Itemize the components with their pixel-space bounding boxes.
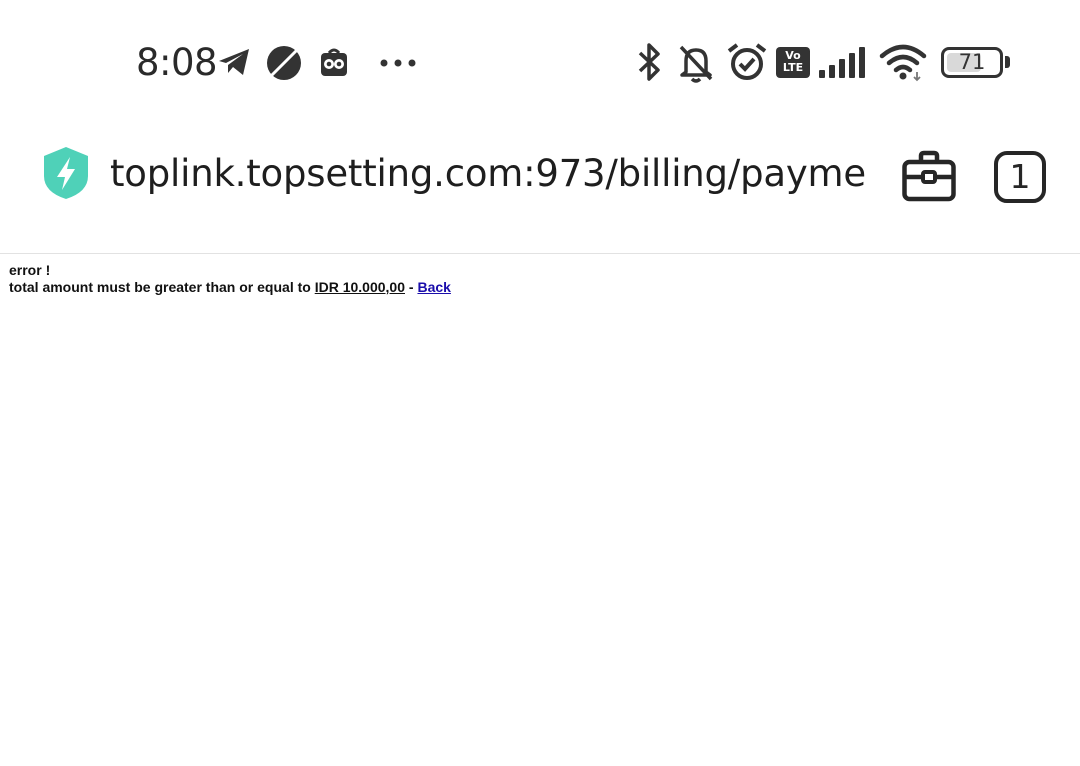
- separator: -: [408, 279, 414, 295]
- error-title: error !: [9, 262, 51, 278]
- tripadvisor-icon: [321, 48, 347, 76]
- error-page: error ! total amount must be greater tha…: [9, 262, 451, 296]
- bluetooth-icon: [638, 43, 660, 81]
- battery-icon: 71: [941, 47, 1003, 78]
- briefcase-icon[interactable]: [902, 150, 956, 202]
- battery-level: 71: [958, 50, 986, 74]
- minimum-amount: IDR 10.000,00: [314, 279, 405, 295]
- signal-icon: [819, 47, 865, 78]
- battery-tip: [1005, 56, 1010, 68]
- tab-count-button[interactable]: 1: [994, 151, 1046, 203]
- url-field[interactable]: toplink.topsetting.com:973/billing/payme…: [110, 150, 866, 198]
- more-notifications-icon: [380, 59, 416, 67]
- planet-icon: [267, 46, 301, 80]
- status-bar: 8:08 Vo LTE 71: [0, 0, 1080, 120]
- back-link[interactable]: Back: [417, 279, 450, 295]
- telegram-icon: [219, 49, 249, 75]
- wifi-icon: [879, 44, 927, 82]
- volte-icon: Vo LTE: [776, 47, 810, 78]
- alarm-icon: [727, 43, 767, 80]
- error-message-line: total amount must be greater than or equ…: [9, 279, 451, 296]
- volte-bottom-label: LTE: [782, 61, 804, 74]
- status-time: 8:08: [136, 41, 218, 84]
- error-message: total amount must be greater than or equ…: [9, 279, 311, 295]
- security-shield-icon[interactable]: [42, 146, 90, 200]
- browser-address-bar: toplink.topsetting.com:973/billing/payme…: [0, 120, 1080, 254]
- bell-off-icon: [679, 45, 713, 83]
